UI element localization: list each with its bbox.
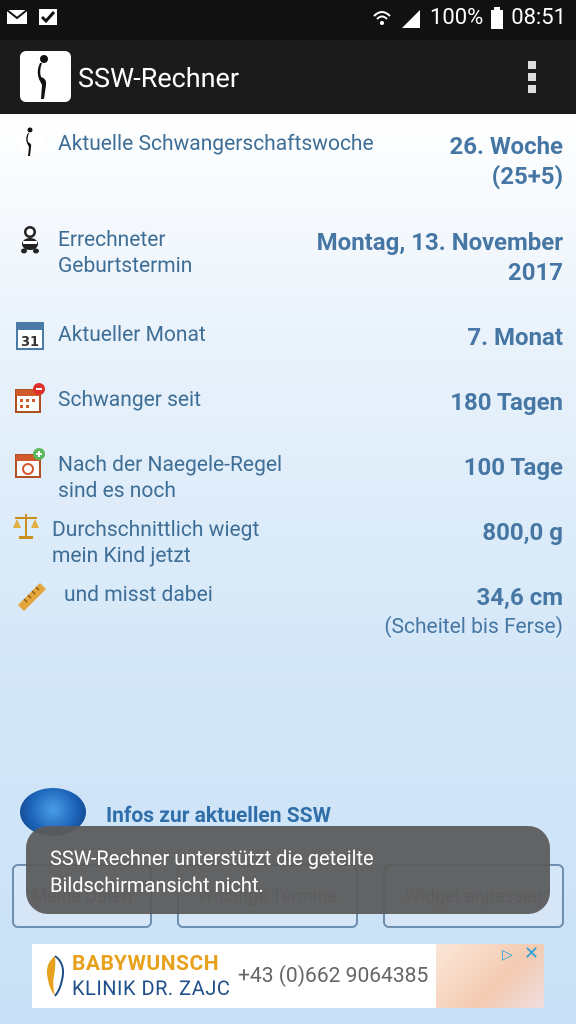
label-naegele-rule: Nach der Naegele-Regel sind es noch (58, 453, 283, 503)
label-length: und misst dabei (64, 583, 213, 607)
value-length-note: (Scheitel bis Ferse) (384, 615, 563, 639)
value-current-week: 26. Woche (25+5) (449, 131, 563, 191)
svg-text:31: 31 (21, 335, 39, 350)
battery-icon (491, 6, 504, 29)
value-week-days: (25+5) (491, 162, 563, 190)
app-bar: SSW-Rechner (0, 40, 576, 114)
pregnant-silhouette-logo-icon (37, 55, 48, 99)
value-pregnant-since: 180 Tagen (450, 388, 563, 416)
label-current-month: Aktueller Monat (58, 323, 206, 347)
status-bar: 100% 08:51 (0, 0, 576, 40)
value-due-date: Montag, 13. November 2017 (316, 228, 563, 286)
clinic-logo-icon (46, 955, 65, 997)
battery-percent: 100% (429, 5, 484, 30)
calendar-alarm-icon (15, 383, 45, 413)
main-content: Aktuelle Schwangerschaftswoche 26. Woche… (0, 114, 576, 1024)
label-weight: Durchschnittlich wiegt mein Kind jetzt (52, 518, 260, 568)
value-length: 34,6 cm (476, 583, 563, 611)
clock: 08:51 (511, 5, 566, 30)
ad-brand-line1: BABYWUNSCH (72, 952, 220, 976)
ad-phone: +43 (0)662 9064385 (238, 964, 429, 988)
toast-message: SSW-Rechner unterstützt die geteilte Bil… (26, 826, 550, 914)
ruler-icon (18, 583, 46, 611)
signal-icon (401, 9, 420, 28)
overflow-menu-icon[interactable] (528, 58, 538, 96)
ad-banner[interactable]: BABYWUNSCH KLINIK DR. ZAJC +43 (0)662 90… (32, 944, 544, 1008)
label-pregnant-since: Schwanger seit (58, 388, 202, 412)
calendar-icon: 31 (16, 322, 44, 350)
label-current-week: Aktuelle Schwangerschaftswoche (58, 132, 374, 156)
app-logo (20, 51, 71, 102)
download-check-icon (39, 9, 57, 25)
app-title: SSW-Rechner (78, 62, 240, 94)
label-due-date: Errechneter Geburtstermin (58, 228, 193, 278)
infos-current-week-link[interactable]: Infos zur aktuellen SSW (106, 804, 331, 828)
baby-icon (21, 226, 39, 254)
ad-brand-line2: KLINIK DR. ZAJC (72, 976, 231, 1000)
ad-close-icon[interactable]: ✕ (524, 945, 542, 964)
value-current-month: 7. Monat (467, 323, 563, 351)
pregnant-silhouette-icon (17, 127, 43, 156)
wifi-icon (373, 10, 391, 25)
value-weight: 800,0 g (482, 518, 563, 546)
countdown-icon (15, 448, 45, 478)
value-naegele-rule: 100 Tage (463, 453, 563, 481)
ad-choices-icon[interactable]: ▷ (502, 947, 520, 965)
value-week: 26. Woche (449, 132, 563, 160)
mail-icon (6, 9, 28, 24)
scales-icon (13, 514, 39, 539)
